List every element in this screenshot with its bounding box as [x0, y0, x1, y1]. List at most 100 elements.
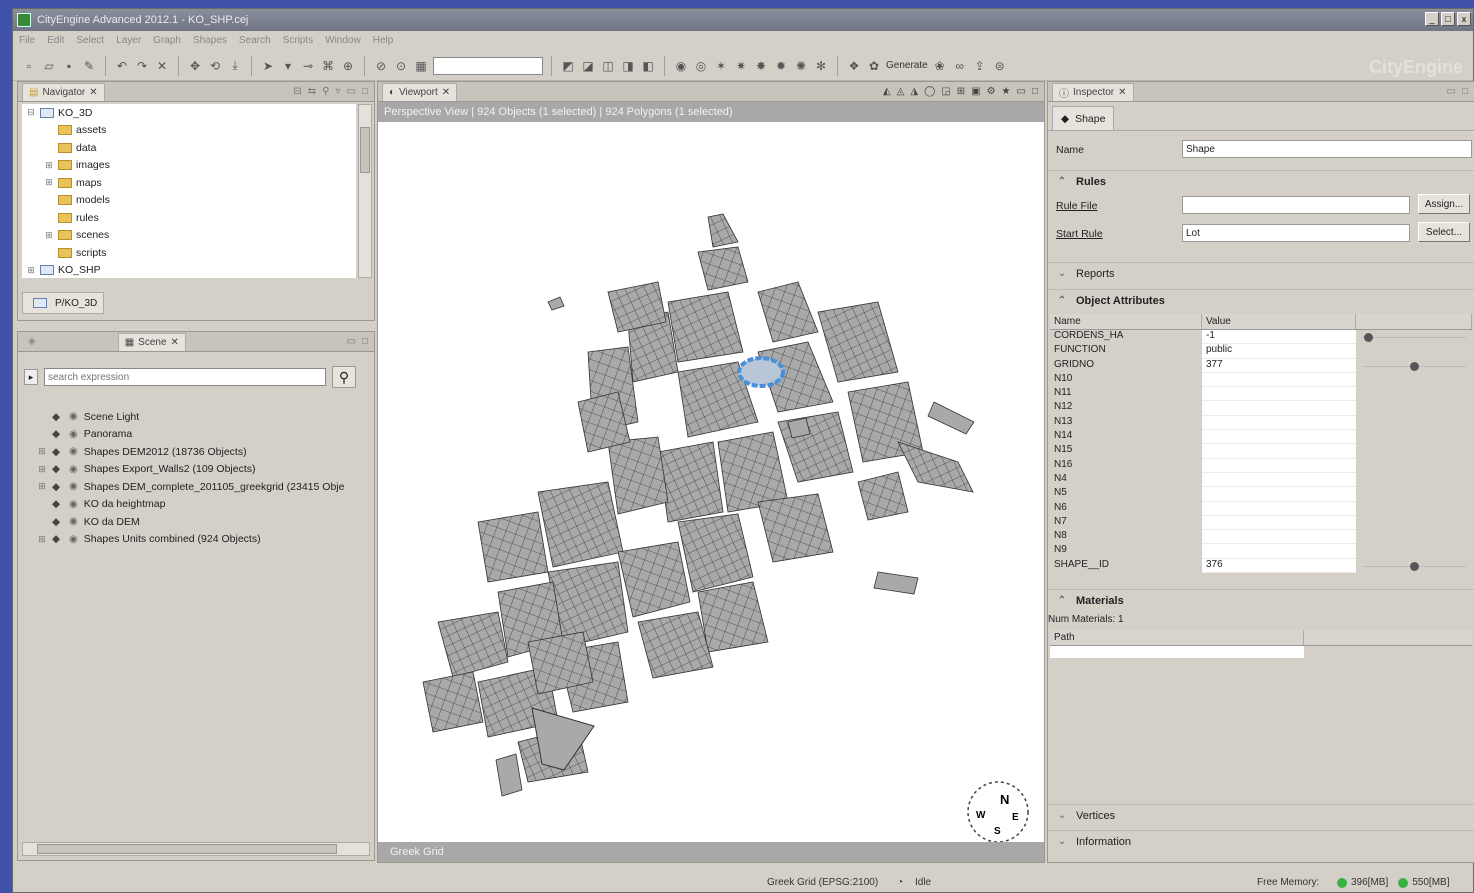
attribute-row[interactable]: SHAPE__ID 376: [1050, 558, 1472, 574]
attribute-row[interactable]: N11: [1050, 387, 1472, 402]
select-dropdown-icon[interactable]: ▾: [280, 58, 296, 74]
maximize-panel-icon[interactable]: □: [1462, 86, 1468, 97]
move-icon[interactable]: ✥: [187, 58, 203, 74]
new-file-icon[interactable]: ▫: [21, 58, 37, 74]
city-block-shape[interactable]: [667, 291, 744, 363]
undo-icon[interactable]: ↶: [114, 58, 130, 74]
visibility-eye-icon[interactable]: ◉: [69, 429, 78, 440]
city-block-shape[interactable]: [697, 581, 769, 653]
city-block-shape[interactable]: [757, 493, 834, 563]
tree-expander-icon[interactable]: ⊞: [32, 534, 52, 545]
breadcrumb[interactable]: P/KO_3D: [22, 292, 105, 314]
navigator-item[interactable]: ⊞ images: [22, 157, 356, 175]
city-block-shape[interactable]: [607, 436, 669, 515]
visibility-eye-icon[interactable]: ◉: [69, 411, 78, 422]
attribute-row[interactable]: N7: [1050, 515, 1472, 531]
grid-icon[interactable]: ▦: [413, 58, 429, 74]
tree-expander-icon[interactable]: ⊞: [32, 464, 52, 475]
close-icon[interactable]: ✕: [89, 87, 97, 98]
attribute-value[interactable]: [1202, 444, 1356, 459]
street-tool-icon[interactable]: ◩: [560, 58, 576, 74]
navigator-item[interactable]: ⊞ maps: [22, 174, 356, 192]
menu-search[interactable]: Search: [239, 35, 271, 46]
city-block-shape[interactable]: [495, 753, 523, 797]
city-block-shape[interactable]: [547, 296, 565, 311]
visibility-eye-icon[interactable]: ◉: [69, 516, 78, 527]
attribute-value[interactable]: public: [1202, 344, 1356, 359]
attribute-value[interactable]: [1202, 501, 1356, 516]
object-attributes-section-header[interactable]: ⌃ Object Attributes: [1048, 289, 1474, 311]
navigator-item[interactable]: scripts: [22, 244, 356, 262]
visibility-eye-icon[interactable]: ◉: [69, 464, 78, 475]
tab-layers[interactable]: ◈: [22, 333, 42, 351]
tab-viewport[interactable]: ◐ Viewport ✕: [382, 82, 458, 101]
city-block-shape[interactable]: [617, 541, 691, 618]
selected-shape[interactable]: [737, 356, 785, 388]
tab-scene[interactable]: ▦ Scene ✕: [117, 332, 186, 351]
close-icon[interactable]: ✕: [442, 87, 450, 98]
building-tool-icon[interactable]: ◧: [640, 58, 656, 74]
attribute-value[interactable]: [1202, 530, 1356, 545]
tree-expander-icon[interactable]: ⊞: [32, 446, 52, 457]
visibility-eye-icon[interactable]: ◉: [69, 481, 78, 492]
scene-layer-item[interactable]: ◆ ◉ KO da DEM: [32, 513, 370, 531]
city-block-shape[interactable]: [657, 441, 724, 523]
wireframe-icon[interactable]: ✸: [753, 58, 769, 74]
open-folder-icon[interactable]: ▱: [41, 58, 57, 74]
tree-expander-icon[interactable]: ⊞: [26, 265, 36, 276]
city-shapes-map[interactable]: N E S W: [378, 122, 1044, 842]
tree-expander-icon[interactable]: ⊟: [26, 107, 36, 118]
tree-expander-icon[interactable]: ⊞: [44, 160, 54, 171]
block-tool-icon[interactable]: ◪: [580, 58, 596, 74]
attribute-row[interactable]: GRIDNO 377: [1050, 358, 1472, 373]
tab-navigator[interactable]: ▤ Navigator ✕: [22, 82, 105, 101]
tree-expander-icon[interactable]: ⊞: [44, 230, 54, 241]
material-path-row[interactable]: [1050, 646, 1304, 658]
city-block-shape[interactable]: [677, 513, 754, 593]
attribute-row[interactable]: N4: [1050, 472, 1472, 488]
cleanup-icon[interactable]: ❖: [846, 58, 862, 74]
polygon-icon[interactable]: ⌘: [320, 58, 336, 74]
toolbar-input[interactable]: [433, 56, 543, 75]
attribute-value[interactable]: [1202, 544, 1356, 559]
select-arrow-icon[interactable]: ➤: [260, 58, 276, 74]
redo-icon[interactable]: ↷: [134, 58, 150, 74]
minimize-button[interactable]: _: [1425, 12, 1439, 26]
start-rule-link[interactable]: Start Rule: [1056, 228, 1103, 240]
rule-file-field[interactable]: [1182, 196, 1410, 214]
navigator-item[interactable]: assets: [22, 122, 356, 140]
scene-layer-item[interactable]: ⊞ ◆ ◉ Shapes DEM_complete_201105_greekgrid …: [32, 478, 370, 496]
close-icon[interactable]: ✕: [171, 337, 179, 348]
attribute-value[interactable]: [1202, 401, 1356, 416]
attribute-row[interactable]: N5: [1050, 487, 1472, 502]
attribute-value[interactable]: [1202, 458, 1356, 473]
attribute-value[interactable]: [1202, 372, 1356, 388]
tree-expander-icon[interactable]: ⊞: [32, 481, 52, 492]
attribute-row[interactable]: N13: [1050, 415, 1472, 431]
layers-icon[interactable]: ✺: [793, 58, 809, 74]
scrollbar-thumb[interactable]: [360, 127, 370, 173]
slider-knob[interactable]: [1410, 561, 1419, 571]
name-field[interactable]: Shape: [1182, 140, 1472, 158]
scrollbar-thumb[interactable]: [37, 844, 337, 854]
menu-scripts[interactable]: Scripts: [283, 35, 314, 46]
city-block-shape[interactable]: [477, 511, 549, 583]
attribute-row[interactable]: N12: [1050, 401, 1472, 416]
reports-section-header[interactable]: ⌄ Reports: [1048, 262, 1474, 284]
navigator-item[interactable]: ⊞ KO_SHP: [22, 262, 356, 279]
city-block-shape[interactable]: [757, 281, 819, 343]
menu-select[interactable]: Select: [76, 35, 104, 46]
attribute-row[interactable]: CORDENS_HA -1: [1050, 330, 1472, 345]
assign-button[interactable]: Assign...: [1418, 194, 1470, 214]
visibility-eye-icon[interactable]: ◉: [69, 534, 78, 545]
render-icon[interactable]: ◉: [673, 58, 689, 74]
tab-inspector[interactable]: ⓘ Inspector ✕: [1052, 82, 1134, 101]
vertices-section-header[interactable]: ⌄ Vertices: [1048, 804, 1474, 826]
favorite-star-icon[interactable]: ★: [1002, 86, 1011, 97]
maximize-panel-icon[interactable]: □: [1032, 86, 1038, 97]
link-icon[interactable]: ∞: [952, 58, 968, 74]
maximize-panel-icon[interactable]: □: [362, 336, 368, 347]
visibility-eye-icon[interactable]: ◉: [69, 446, 78, 457]
minimize-panel-icon[interactable]: ▭: [1447, 86, 1456, 97]
clear-models-icon[interactable]: ⊜: [992, 58, 1008, 74]
